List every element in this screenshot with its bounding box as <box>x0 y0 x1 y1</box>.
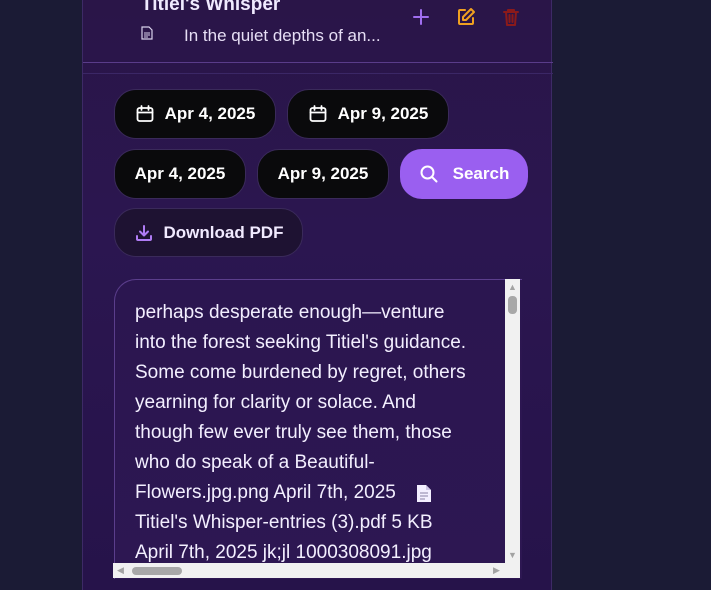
vertical-scroll-thumb[interactable] <box>508 296 517 314</box>
content-line: yearning for clarity or solace. And <box>135 392 416 413</box>
vertical-scrollbar[interactable]: ▲ ▼ <box>505 279 520 564</box>
edit-icon[interactable] <box>455 6 477 28</box>
calendar-icon <box>309 105 327 122</box>
download-icon <box>135 224 152 241</box>
date-from-label: Apr 4, 2025 <box>164 104 256 123</box>
date-to-chip-label: Apr 9, 2025 <box>277 164 369 183</box>
journal-panel: Titiel's Whisper In the quiet depths of … <box>82 0 553 590</box>
content-line: who do speak of a Beautiful- <box>135 452 375 473</box>
divider <box>83 73 553 74</box>
content-line-attachment: Flowers.jpg.png April 7th, 2025 <box>135 478 495 508</box>
entry-card[interactable]: Titiel's Whisper In the quiet depths of … <box>83 0 553 63</box>
search-label: Search <box>452 164 510 183</box>
document-icon <box>141 26 153 40</box>
horizontal-scrollbar[interactable]: ◀ ▶ <box>113 563 520 578</box>
attachment-info: Flowers.jpg.png April 7th, 2025 <box>135 482 396 503</box>
date-from-chip-label: Apr 4, 2025 <box>134 164 226 183</box>
entry-content-text: perhaps desperate enough—venture into th… <box>135 280 495 568</box>
calendar-icon <box>136 105 154 122</box>
search-icon <box>420 165 438 183</box>
date-to-chip[interactable]: Apr 9, 2025 <box>257 149 389 199</box>
scroll-down-icon[interactable]: ▼ <box>505 547 520 562</box>
entry-title: Titiel's Whisper <box>141 0 281 15</box>
content-line: into the forest seeking Titiel's guidanc… <box>135 332 467 353</box>
content-line: Titiel's Whisper-entries (3).pdf 5 KB <box>135 512 433 533</box>
trash-icon[interactable] <box>500 6 522 28</box>
scroll-right-icon[interactable]: ▶ <box>489 563 504 578</box>
content-line: though few ever truly see them, those <box>135 422 452 443</box>
entry-snippet: In the quiet depths of an... <box>184 26 381 45</box>
entry-content-area[interactable]: perhaps desperate enough—venture into th… <box>114 279 522 579</box>
content-line: perhaps desperate enough—venture <box>135 302 445 323</box>
date-to-label: Apr 9, 2025 <box>337 104 429 123</box>
download-label: Download PDF <box>163 222 284 242</box>
horizontal-scroll-thumb[interactable] <box>132 567 182 575</box>
content-line: Some come burdened by regret, others <box>135 362 466 383</box>
file-icon <box>416 484 431 502</box>
date-from-chip[interactable]: Apr 4, 2025 <box>114 149 246 199</box>
scroll-left-icon[interactable]: ◀ <box>113 563 128 578</box>
plus-icon[interactable] <box>410 6 432 28</box>
search-button[interactable]: Search <box>400 149 528 199</box>
download-pdf-button[interactable]: Download PDF <box>114 208 303 257</box>
scroll-up-icon[interactable]: ▲ <box>505 279 520 294</box>
date-from-picker[interactable]: Apr 4, 2025 <box>114 89 276 139</box>
date-to-picker[interactable]: Apr 9, 2025 <box>287 89 449 139</box>
